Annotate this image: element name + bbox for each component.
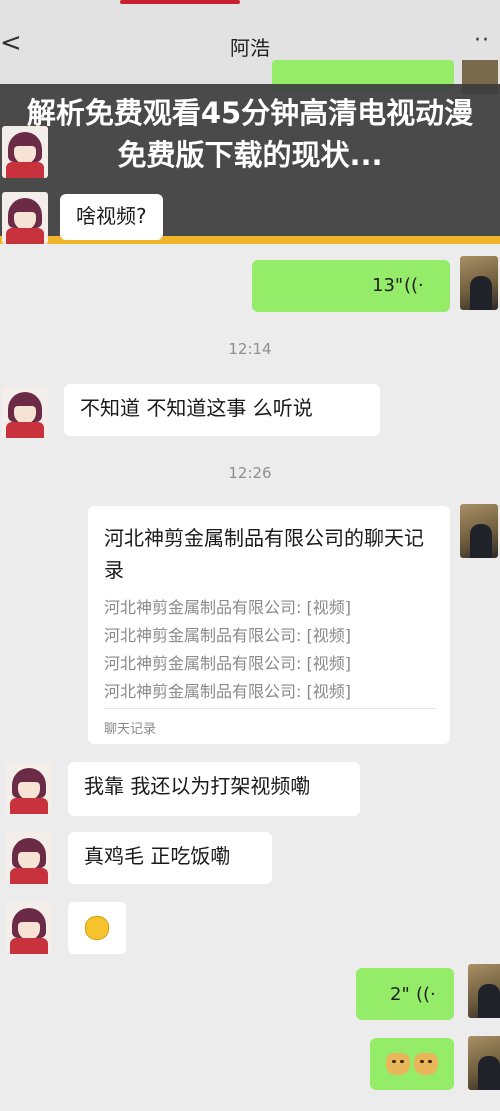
- message-bubble[interactable]: 真鸡毛 正吃饭嘞: [68, 832, 272, 884]
- self-avatar[interactable]: [460, 504, 498, 558]
- timestamp: 12:26: [228, 464, 272, 482]
- self-avatar[interactable]: [468, 964, 500, 1018]
- chat-history-card[interactable]: 河北神剪金属制品有限公司的聊天记录 河北神剪金属制品有限公司: [视频] 河北神…: [88, 506, 450, 744]
- contact-avatar[interactable]: [2, 126, 48, 178]
- card-line: 河北神剪金属制品有限公司: [视频]: [104, 626, 351, 645]
- voice-wave-icon: ((·: [404, 275, 424, 296]
- more-icon[interactable]: ··: [474, 28, 490, 53]
- timestamp: 12:14: [228, 340, 272, 358]
- contact-avatar[interactable]: [6, 762, 52, 814]
- voice-message-bubble[interactable]: 13" ((·: [252, 260, 450, 312]
- laughing-emoji-icon: [85, 916, 109, 940]
- message-bubble[interactable]: 不知道 不知道这事 么听说: [64, 384, 380, 436]
- status-accent: [120, 0, 240, 4]
- doge-sticker-icon: [414, 1053, 438, 1075]
- contact-avatar[interactable]: [2, 386, 48, 438]
- contact-avatar[interactable]: [2, 192, 48, 244]
- voice-duration: 2": [390, 984, 410, 1005]
- message-bubble[interactable]: 我靠 我还以为打架视频嘞: [68, 762, 360, 816]
- card-title: 河北神剪金属制品有限公司的聊天记录: [104, 526, 424, 582]
- card-line: 河北神剪金属制品有限公司: [视频]: [104, 682, 351, 701]
- chat-title: 阿浩: [230, 36, 270, 60]
- voice-duration: 13": [372, 275, 404, 296]
- voice-wave-icon: ((·: [416, 984, 436, 1005]
- message-bubble[interactable]: 啥视频?: [60, 194, 163, 240]
- headline-text: 解析免费观看45分钟高清电视动漫免费版下载的现状...: [26, 96, 474, 172]
- contact-avatar[interactable]: [6, 832, 52, 884]
- card-divider: [104, 708, 436, 709]
- card-line: 河北神剪金属制品有限公司: [视频]: [104, 654, 351, 673]
- doge-sticker-icon: [386, 1053, 410, 1075]
- voice-message-bubble[interactable]: 2" ((·: [356, 968, 454, 1020]
- self-avatar[interactable]: [460, 256, 498, 310]
- sticker-message-bubble[interactable]: [370, 1038, 454, 1090]
- self-avatar[interactable]: [468, 1036, 500, 1090]
- card-footer: 聊天记录: [104, 722, 157, 737]
- emoji-message-bubble[interactable]: [68, 902, 126, 954]
- card-line: 河北神剪金属制品有限公司: [视频]: [104, 598, 351, 617]
- contact-avatar[interactable]: [6, 902, 52, 954]
